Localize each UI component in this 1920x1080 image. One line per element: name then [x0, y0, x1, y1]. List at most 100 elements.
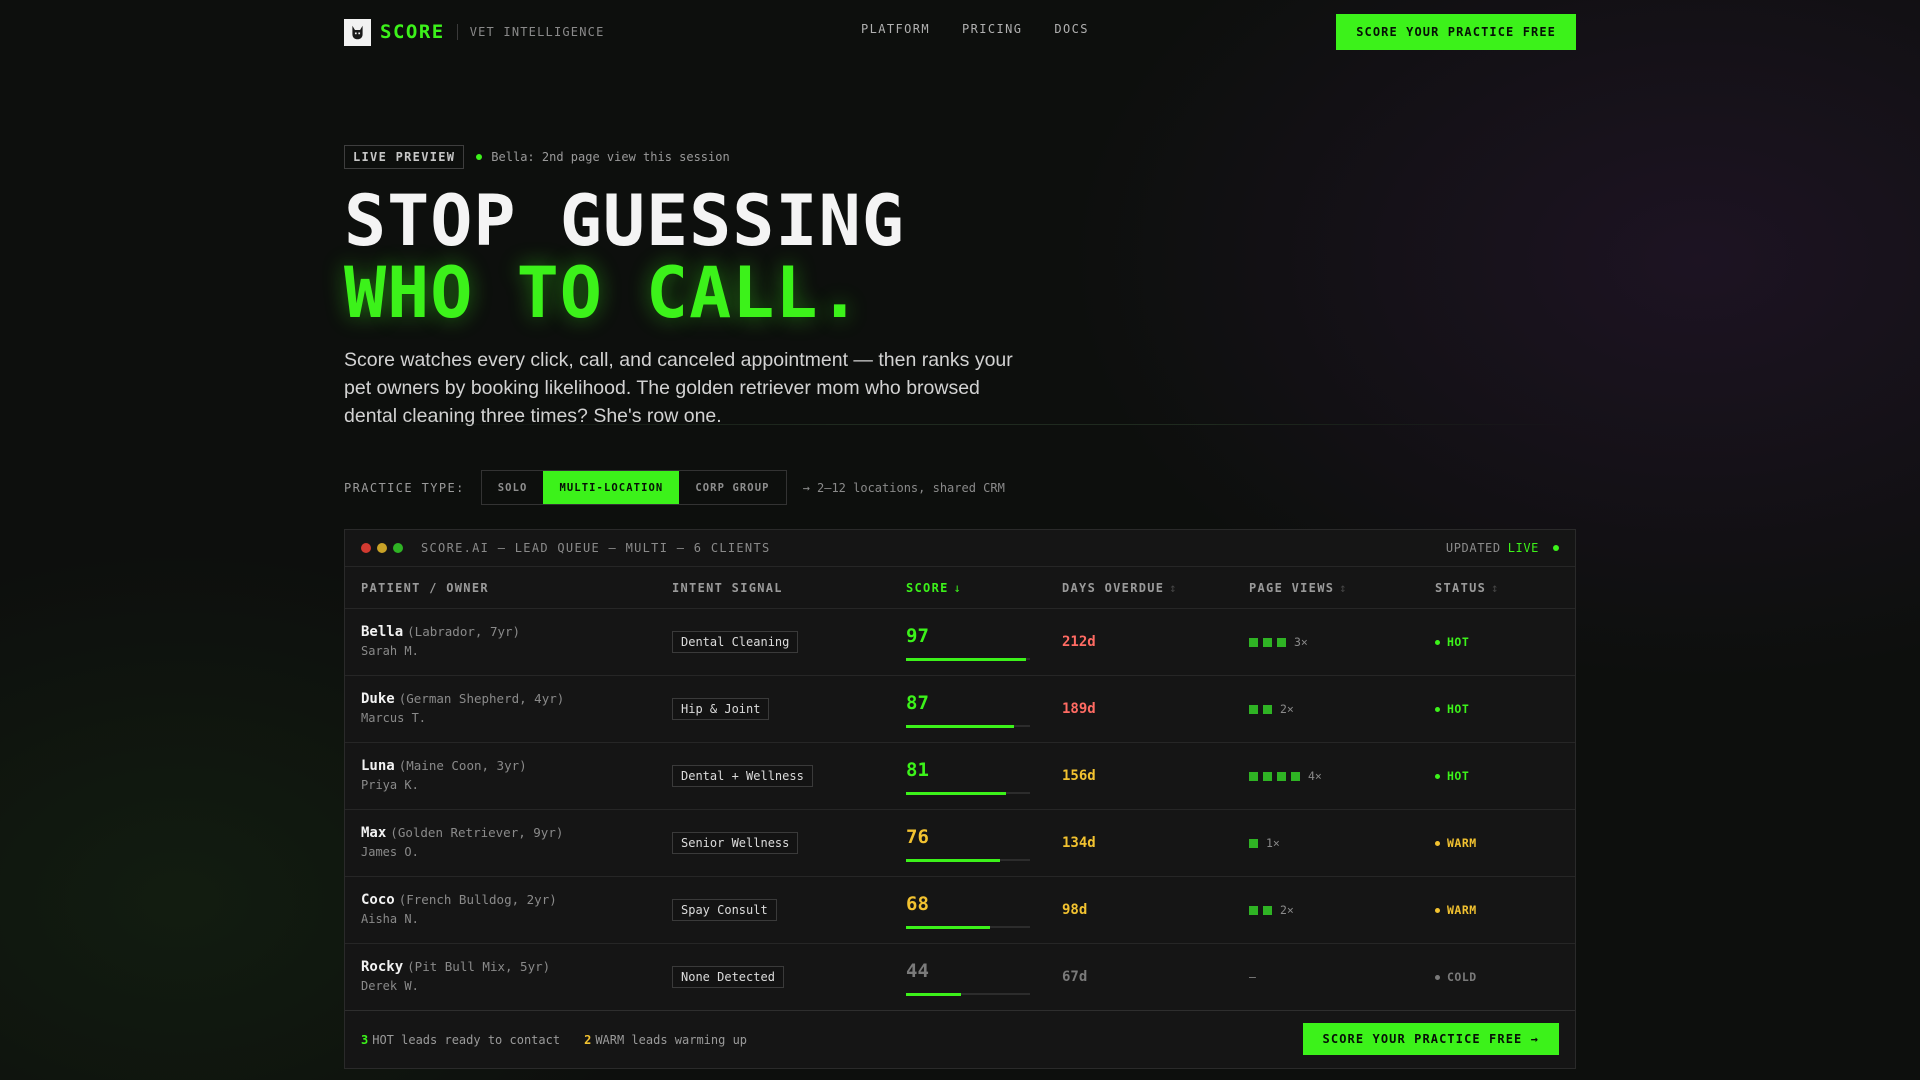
col-score[interactable]: SCORE ↓ [906, 581, 962, 595]
pet-name: Coco (French Bulldog, 2yr) [361, 892, 557, 908]
table-body: Bella (Labrador, 7yr) Sarah M. Dental Cle… [345, 609, 1575, 1011]
pet-breed: (German Shepherd, 4yr) [398, 691, 565, 706]
warm-count: 2 [584, 1032, 592, 1047]
page-views-count: 1× [1266, 836, 1280, 850]
status-dot-icon [1435, 840, 1440, 846]
warm-summary: 2 WARM leads warming up [584, 1033, 747, 1047]
status-text: HOT [1447, 769, 1470, 783]
pet-breed: (Golden Retriever, 9yr) [390, 825, 564, 840]
days-overdue: 189d [1062, 701, 1096, 717]
headline-line-2: WHO TO CALL. [344, 252, 862, 334]
brand-name: SCORE [380, 21, 445, 43]
brand-tagline: VET INTELLIGENCE [469, 25, 605, 39]
table-row[interactable]: Max (Golden Retriever, 9yr) James O. Seni… [345, 810, 1575, 877]
days-overdue: 98d [1062, 902, 1088, 918]
nav-cta-button[interactable]: SCORE YOUR PRACTICE FREE [1336, 14, 1576, 50]
hot-summary-text: HOT leads ready to contact [372, 1032, 561, 1047]
days-overdue: 156d [1062, 768, 1096, 784]
col-intent[interactable]: INTENT SIGNAL [672, 581, 783, 595]
live-dot-icon [476, 154, 483, 160]
status-text: COLD [1447, 970, 1477, 984]
score-value: 87 [906, 692, 929, 714]
status-text: WARM [1447, 836, 1477, 850]
table-row[interactable]: Bella (Labrador, 7yr) Sarah M. Dental Cle… [345, 609, 1575, 676]
live-preview-note: Bella: 2nd page view this session [491, 150, 730, 164]
col-patient-label: PATIENT / OWNER [361, 580, 489, 595]
brand-logo[interactable]: SCORE VET INTELLIGENCE [344, 18, 605, 46]
owner-name: James O. [361, 845, 419, 859]
table-row[interactable]: Rocky (Pit Bull Mix, 5yr) Derek W. None D… [345, 944, 1575, 1011]
col-views-label: PAGE VIEWS [1249, 580, 1335, 595]
nav-link-platform[interactable]: PLATFORM [861, 22, 930, 36]
pet-name-text: Coco [361, 892, 395, 908]
score-value: 68 [906, 893, 929, 915]
practice-type-multi-location[interactable]: MULTI-LOCATION [543, 471, 680, 504]
panel-title: SCORE.AI — LEAD QUEUE — MULTI — 6 CLIENT… [421, 541, 771, 555]
owner-name: Sarah M. [361, 644, 419, 658]
page-views-count: 2× [1280, 702, 1294, 716]
updated-indicator: UPDATED LIVE [1446, 541, 1559, 555]
logo-divider [456, 24, 458, 40]
status-badge: HOT [1435, 635, 1469, 649]
headline-line-1: STOP GUESSING [344, 180, 905, 262]
intent-tag: Senior Wellness [672, 832, 799, 854]
status-dot-icon [1435, 706, 1440, 712]
updated-label: UPDATED [1445, 541, 1501, 555]
pet-name-text: Max [361, 825, 387, 841]
score-bar-fill [906, 724, 1014, 728]
page-view-square-icon [1249, 771, 1258, 781]
page-view-square-icon [1249, 637, 1258, 647]
score-bar [906, 724, 1030, 728]
page-views-count: 2× [1280, 903, 1294, 917]
lead-queue-panel: SCORE.AI — LEAD QUEUE — MULTI — 6 CLIENT… [344, 529, 1576, 1069]
intent-tag: None Detected [672, 966, 784, 988]
page-view-square-icon [1249, 905, 1258, 915]
pet-breed: (Maine Coon, 3yr) [398, 758, 527, 773]
nav-link-pricing[interactable]: PRICING [962, 22, 1022, 36]
live-preview-badge: LIVE PREVIEW [344, 145, 465, 169]
score-bar [906, 657, 1030, 661]
practice-type-corp-group[interactable]: CORP GROUP [679, 471, 785, 504]
page-views: 2× [1249, 903, 1294, 917]
page-views: 4× [1249, 769, 1322, 783]
status-badge: HOT [1435, 769, 1469, 783]
table-row[interactable]: Duke (German Shepherd, 4yr) Marcus T. Hip… [345, 676, 1575, 743]
table-row[interactable]: Coco (French Bulldog, 2yr) Aisha N. Spay … [345, 877, 1575, 944]
pet-breed: (French Bulldog, 2yr) [398, 892, 557, 907]
page-views-count: — [1249, 970, 1256, 984]
score-bar [906, 858, 1030, 862]
pet-name-text: Rocky [361, 959, 404, 975]
practice-type-note: → 2–12 locations, shared CRM [802, 480, 1005, 495]
score-bar [906, 791, 1030, 795]
practice-type-segmented: SOLO MULTI-LOCATION CORP GROUP [480, 470, 787, 505]
score-bar-fill [906, 858, 1001, 862]
page-view-square-icon [1263, 704, 1272, 714]
top-nav: SCORE VET INTELLIGENCE PLATFORM PRICING … [344, 0, 1576, 64]
footer-cta-button[interactable]: SCORE YOUR PRACTICE FREE → [1302, 1023, 1559, 1055]
col-views[interactable]: PAGE VIEWS ↕ [1249, 581, 1348, 595]
pet-name-text: Duke [361, 691, 395, 707]
page-views: — [1249, 970, 1256, 984]
owner-name: Derek W. [361, 979, 419, 993]
intent-tag: Hip & Joint [672, 698, 770, 720]
col-status[interactable]: STATUS ↕ [1435, 581, 1500, 595]
page-view-square-icon [1249, 704, 1258, 714]
window-minimize-dot-icon [377, 543, 387, 553]
table-row[interactable]: Luna (Maine Coon, 3yr) Priya K. Dental + … [345, 743, 1575, 810]
page-view-square-icon [1291, 771, 1300, 781]
col-patient[interactable]: PATIENT / OWNER [361, 581, 489, 595]
col-overdue[interactable]: DAYS OVERDUE ↕ [1062, 581, 1178, 595]
pet-name-text: Bella [361, 624, 404, 640]
practice-type-solo[interactable]: SOLO [482, 471, 544, 504]
score-value: 76 [906, 826, 929, 848]
sort-desc-icon: ↓ [953, 580, 963, 595]
hot-summary: 3 HOT leads ready to contact [361, 1033, 560, 1047]
nav-link-docs[interactable]: DOCS [1054, 22, 1089, 36]
window-maximize-dot-icon [393, 543, 403, 553]
intent-tag: Dental + Wellness [672, 765, 813, 787]
sort-icon: ↕ [1491, 580, 1500, 595]
status-text: HOT [1447, 635, 1470, 649]
pet-name: Max (Golden Retriever, 9yr) [361, 825, 563, 841]
window-close-dot-icon [361, 543, 371, 553]
warm-summary-text: WARM leads warming up [595, 1032, 748, 1047]
